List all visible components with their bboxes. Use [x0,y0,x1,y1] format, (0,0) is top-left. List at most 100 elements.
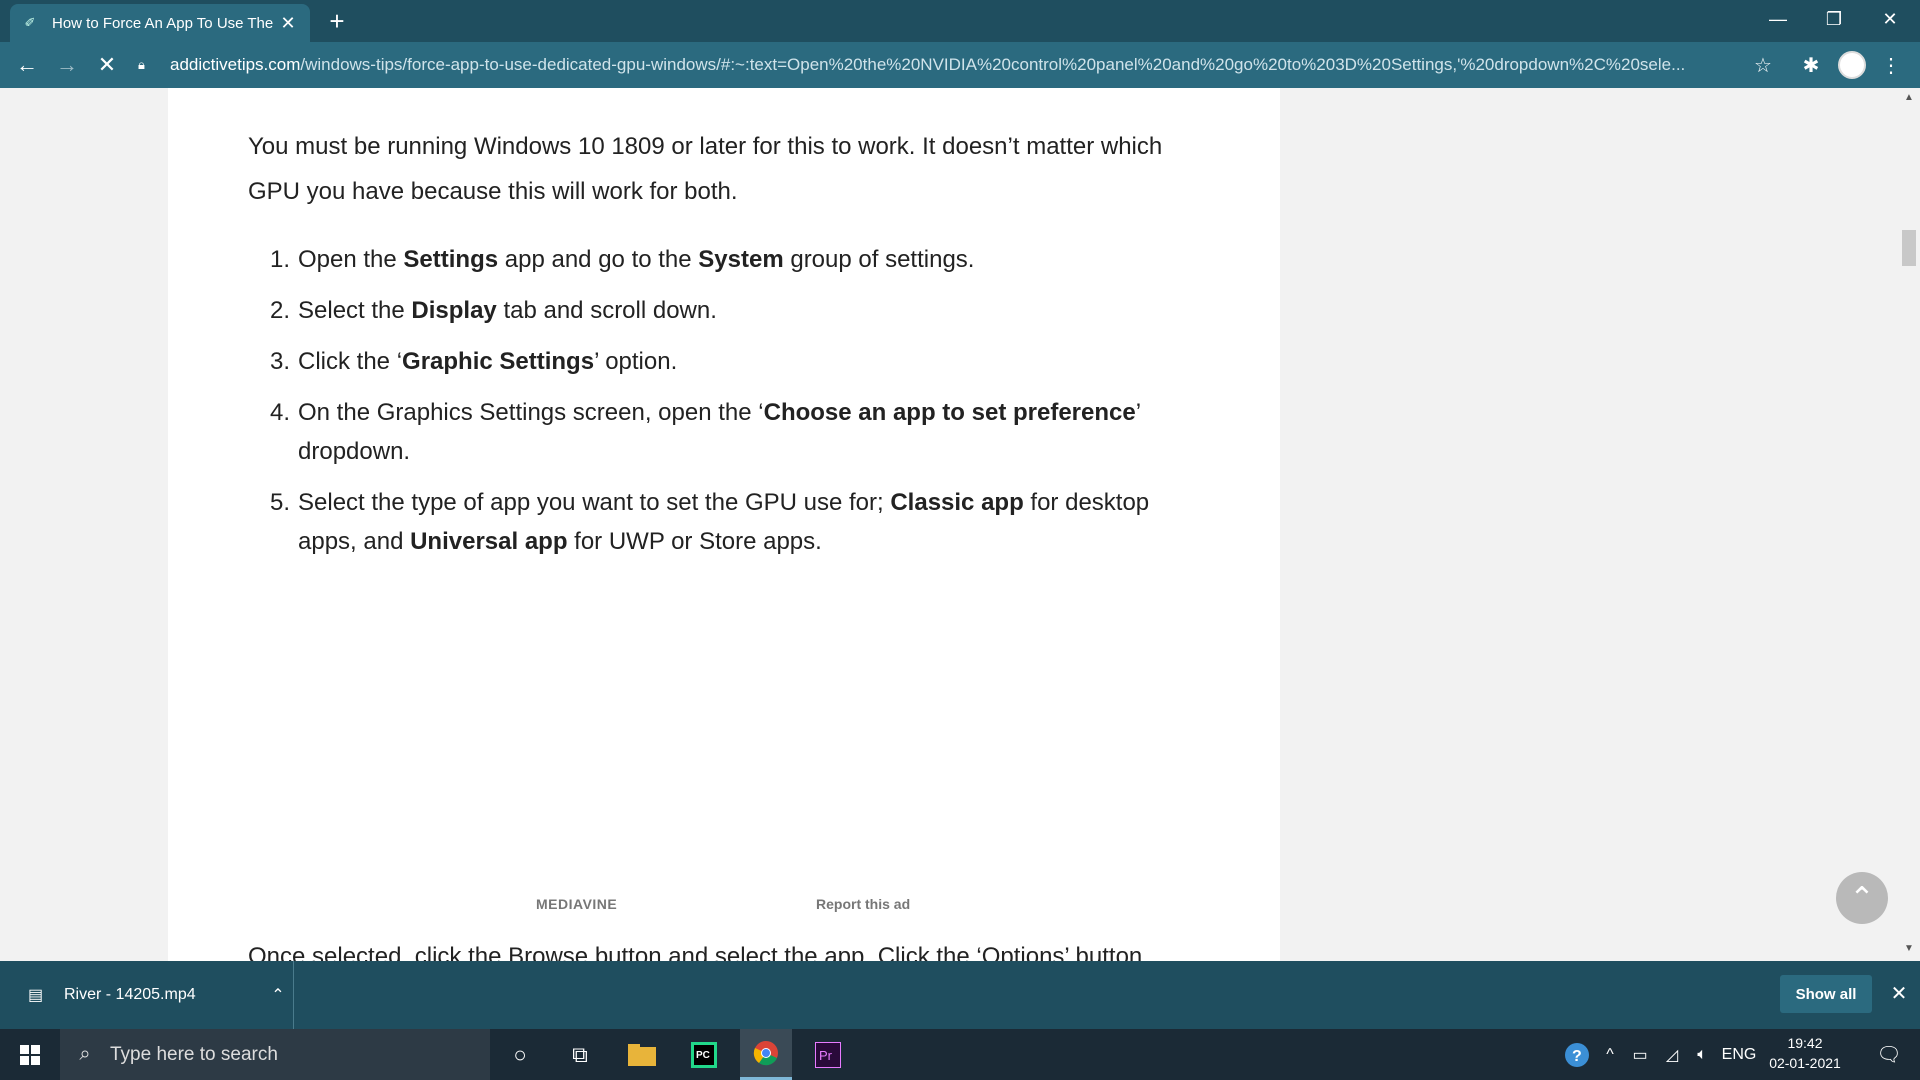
wifi-icon[interactable]: ◿ [1658,1029,1686,1080]
url-host: addictivetips.com [170,55,301,74]
next-paragraph-cut: Once selected, click the Browse button a… [248,943,1143,961]
windows-start-button[interactable] [0,1029,60,1080]
stop-loading-icon[interactable]: ✕ [92,50,122,80]
forward-arrow-icon[interactable]: → [52,50,82,80]
step-emphasis: Choose an app to set preference [763,399,1136,426]
back-to-top-button[interactable]: ⌃ [1836,872,1888,924]
step-text-part: ’ option. [594,348,678,375]
notification-center-icon[interactable]: 🗨︎ [1864,1029,1914,1080]
chrome-icon[interactable] [740,1029,792,1080]
tab-title: How to Force An App To Use The [52,14,274,32]
windows-taskbar: ⌕ Type here to search ○ ⧉ PC Pr ? ^ ▭ ◿ … [0,1029,1920,1080]
restore-button[interactable]: ❐ [1806,0,1862,38]
step-text: On the Graphics Settings screen, open th… [298,393,1208,471]
step-text: Open the Settings app and go to the Syst… [298,240,1208,279]
folder-icon [628,1043,656,1066]
new-tab-button[interactable]: + [322,6,352,36]
file-explorer-icon[interactable] [616,1029,668,1080]
download-file-name: River - 14205.mp4 [64,986,196,1003]
step-text-part: Open the [298,246,404,273]
bookmark-star-icon[interactable]: ☆ [1748,50,1778,80]
step-item: 4. On the Graphics Settings screen, open … [248,393,1208,471]
back-arrow-icon[interactable]: ← [12,50,42,80]
step-text-part: group of settings. [783,246,975,273]
close-window-button[interactable]: ✕ [1862,0,1918,38]
web-page: You must be running Windows 10 1809 or l… [0,88,1920,961]
step-text-part: On the Graphics Settings screen, open th… [298,399,764,426]
step-number: 5. [269,489,290,516]
step-emphasis: Settings [403,246,499,273]
step-number: 3. [269,348,290,375]
profile-avatar[interactable] [1838,51,1866,79]
show-all-button[interactable]: Show all [1780,975,1872,1013]
extensions-puzzle-icon[interactable]: ✱ [1796,50,1826,80]
step-text: Click the ‘Graphic Settings’ option. [298,342,1208,381]
file-icon: ▤ [28,987,44,1004]
tab-close-icon[interactable]: ✕ [278,13,298,34]
step-emphasis: Display [411,297,497,324]
browser-chrome: ✐ How to Force An App To Use The ✕ + — ❐… [0,0,1920,88]
step-number: 1. [269,246,290,273]
step-text-part: Click the ‘ [298,348,403,375]
step-emphasis: Graphic Settings [402,348,595,375]
step-number: 4. [269,399,290,426]
step-text: Select the Display tab and scroll down. [298,291,1208,330]
ad-footer: MEDIAVINE Report this ad [536,896,1236,920]
article-body: You must be running Windows 10 1809 or l… [168,88,1280,961]
close-download-bar-icon[interactable]: ✕ [1884,979,1914,1009]
step-emphasis: System [698,246,784,273]
step-text-part: Select the [298,297,412,324]
step-text-part: app and go to the [498,246,699,273]
battery-icon[interactable]: ▭ [1626,1029,1654,1080]
download-bar: ▤ River - 14205.mp4 ⌃ Show all ✕ [0,961,1920,1029]
tab-strip: ✐ How to Force An App To Use The ✕ + — ❐… [0,0,1920,42]
search-icon: ⌕ [79,1043,91,1065]
step-item: 1. Open the Settings app and go to the Sy… [248,240,1208,279]
pycharm-icon[interactable]: PC [678,1029,730,1080]
volume-icon[interactable]: 🔈︎ [1688,1029,1716,1080]
step-number: 2. [269,297,290,324]
system-clock[interactable]: 19:42 02-01-2021 [1760,1033,1850,1077]
step-text-part: for UWP or Store apps. [567,528,822,555]
scroll-down-arrow-icon[interactable]: ▼ [1902,943,1916,957]
address-bar[interactable]: 🔒︎ addictivetips.com /windows-tips/force… [138,48,1758,82]
clock-time: 19:42 [1787,1035,1823,1051]
taskbar-search-box[interactable]: ⌕ Type here to search [60,1029,490,1080]
step-emphasis: Classic app [890,489,1024,516]
svg-text:PC: PC [696,1050,710,1061]
intro-paragraph: You must be running Windows 10 1809 or l… [248,133,1163,205]
report-ad-link[interactable]: Report this ad [816,896,910,912]
scroll-up-arrow-icon[interactable]: ▲ [1902,92,1916,106]
step-text-part: Select the type of app you want to set t… [298,489,891,516]
chevron-up-icon[interactable]: ⌃ [263,985,293,1005]
windows-logo-icon [20,1044,40,1065]
scrollbar-thumb[interactable] [1902,230,1916,266]
step-text: Select the type of app you want to set t… [298,483,1208,561]
svg-text:Pr: Pr [819,1048,833,1063]
search-placeholder: Type here to search [110,1043,278,1065]
chrome-logo-icon [753,1041,778,1066]
premiere-logo-icon: Pr [815,1041,841,1068]
mediavine-logo: MEDIAVINE [536,896,618,912]
minimize-button[interactable]: — [1750,0,1806,38]
premiere-pro-icon[interactable]: Pr [802,1029,854,1080]
help-icon[interactable]: ? [1560,1029,1594,1080]
menu-kebab-icon[interactable]: ⋮ [1876,50,1906,80]
download-item[interactable]: ▤ River - 14205.mp4 ⌃ [14,961,294,1029]
step-item: 3. Click the ‘Graphic Settings’ option. [248,342,1208,381]
site-favicon-icon: ✐ [24,15,36,30]
browser-tab[interactable]: ✐ How to Force An App To Use The ✕ [10,4,310,42]
pycharm-logo-icon: PC [691,1041,717,1068]
svg-text:?: ? [1572,1048,1582,1065]
task-view-icon[interactable]: ⧉ [554,1029,606,1080]
step-item: 5. Select the type of app you want to set… [248,483,1208,561]
cortana-icon[interactable]: ○ [494,1029,546,1080]
language-indicator[interactable]: ENG [1720,1029,1758,1080]
step-item: 2. Select the Display tab and scroll down… [248,291,1208,330]
scrollbar-track[interactable] [1900,88,1920,961]
step-text-part: tab and scroll down. [496,297,717,324]
step-emphasis: Universal app [410,528,568,555]
clock-date: 02-01-2021 [1769,1055,1841,1071]
browser-toolbar: ← → ✕ 🔒︎ addictivetips.com /windows-tips… [0,42,1920,88]
chevron-up-tray-icon[interactable]: ^ [1598,1029,1622,1080]
